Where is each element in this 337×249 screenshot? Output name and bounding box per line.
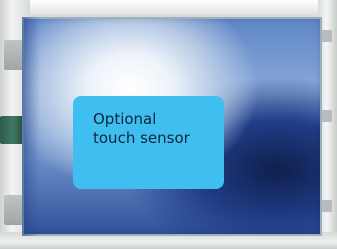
left-mounting-bracket (4, 195, 24, 225)
right-mounting-pin (322, 110, 332, 122)
right-mounting-pin (322, 200, 332, 212)
top-mounting-strip (0, 0, 337, 18)
callout-line-2: touch sensor (93, 129, 190, 147)
left-mounting-bracket (4, 40, 24, 70)
callout-line-1: Optional (93, 110, 157, 128)
display-module: Optional touch sensor (0, 0, 337, 249)
lcd-edge-shade (22, 17, 40, 236)
touch-sensor-callout: Optional touch sensor (73, 96, 224, 189)
right-mounting-pin (322, 30, 332, 42)
